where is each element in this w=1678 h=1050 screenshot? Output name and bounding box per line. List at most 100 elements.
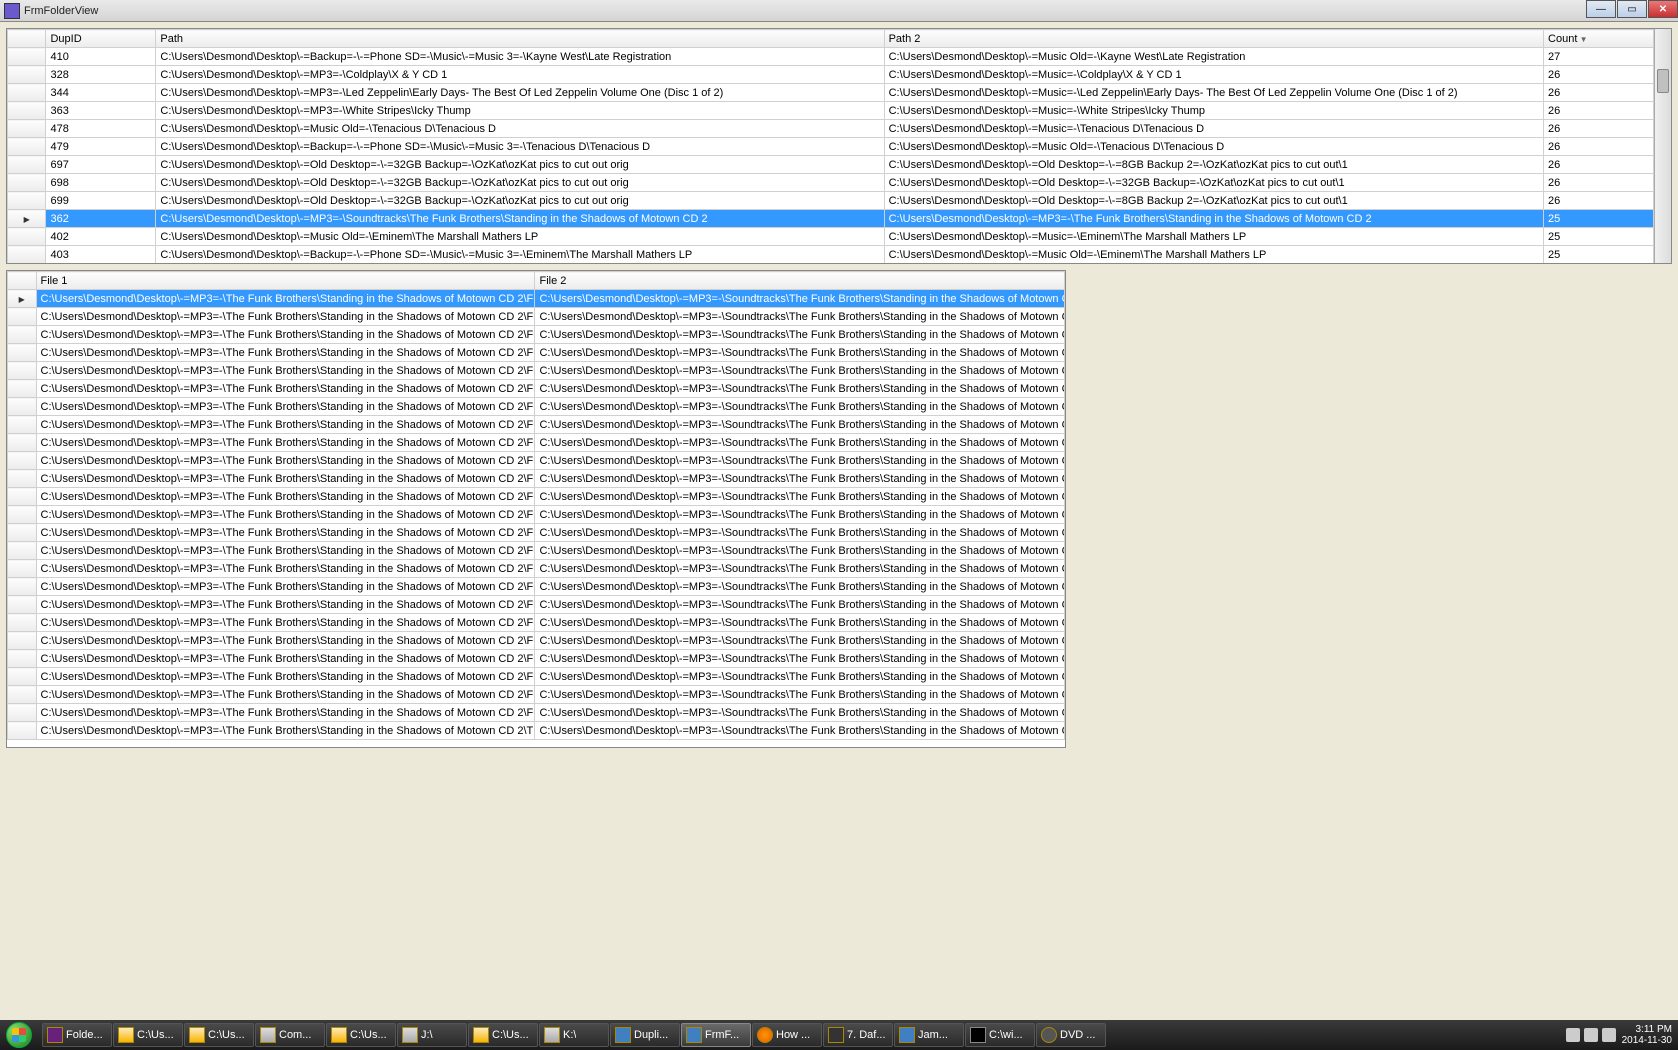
taskbar-item[interactable]: Jam... [894, 1023, 964, 1047]
close-button[interactable]: ✕ [1648, 0, 1678, 18]
row-header[interactable] [8, 560, 37, 578]
tray-flag-icon[interactable] [1566, 1028, 1580, 1042]
table-row[interactable]: 699C:\Users\Desmond\Desktop\-=Old Deskto… [8, 192, 1654, 210]
taskbar-item[interactable]: K:\ [539, 1023, 609, 1047]
row-header[interactable] [8, 614, 37, 632]
table-row[interactable]: C:\Users\Desmond\Desktop\-=MP3=-\The Fun… [8, 596, 1065, 614]
column-path[interactable]: Path [156, 30, 884, 48]
row-header[interactable] [8, 632, 37, 650]
table-row[interactable]: C:\Users\Desmond\Desktop\-=MP3=-\The Fun… [8, 506, 1065, 524]
row-header[interactable] [8, 506, 37, 524]
row-header[interactable] [8, 524, 37, 542]
taskbar-item[interactable]: Folde... [42, 1023, 112, 1047]
system-tray[interactable]: 3:11 PM 2014-11-30 [1560, 1024, 1678, 1046]
table-row[interactable]: 402C:\Users\Desmond\Desktop\-=Music Old=… [8, 228, 1654, 246]
row-header[interactable] [8, 596, 37, 614]
table-row[interactable]: C:\Users\Desmond\Desktop\-=MP3=-\The Fun… [8, 362, 1065, 380]
row-header[interactable] [8, 84, 46, 102]
maximize-button[interactable]: ▭ [1617, 0, 1647, 18]
column-count[interactable]: Count [1544, 30, 1654, 48]
taskbar-item[interactable]: How ... [752, 1023, 822, 1047]
taskbar-item[interactable]: Dupli... [610, 1023, 680, 1047]
taskbar-item[interactable]: C:\Us... [326, 1023, 396, 1047]
row-header-corner[interactable] [8, 272, 37, 290]
row-header[interactable] [8, 246, 46, 264]
table-row[interactable]: 344C:\Users\Desmond\Desktop\-=MP3=-\Led … [8, 84, 1654, 102]
row-header[interactable] [8, 138, 46, 156]
table-row[interactable]: C:\Users\Desmond\Desktop\-=MP3=-\The Fun… [8, 326, 1065, 344]
table-row[interactable]: C:\Users\Desmond\Desktop\-=MP3=-\The Fun… [8, 416, 1065, 434]
taskbar-item[interactable]: J:\ [397, 1023, 467, 1047]
table-row[interactable]: C:\Users\Desmond\Desktop\-=MP3=-\The Fun… [8, 488, 1065, 506]
tray-volume-icon[interactable] [1602, 1028, 1616, 1042]
table-row[interactable]: C:\Users\Desmond\Desktop\-=MP3=-\The Fun… [8, 650, 1065, 668]
start-button[interactable] [0, 1020, 38, 1050]
row-header[interactable] [8, 228, 46, 246]
taskbar-item[interactable]: 7. Daf... [823, 1023, 893, 1047]
table-row[interactable]: C:\Users\Desmond\Desktop\-=MP3=-\The Fun… [8, 308, 1065, 326]
table-row[interactable]: C:\Users\Desmond\Desktop\-=MP3=-\The Fun… [8, 524, 1065, 542]
table-row[interactable]: C:\Users\Desmond\Desktop\-=MP3=-\The Fun… [8, 668, 1065, 686]
row-header[interactable] [8, 210, 46, 228]
folders-grid-scrollbar[interactable] [1654, 29, 1671, 263]
table-row[interactable]: 479C:\Users\Desmond\Desktop\-=Backup=-\-… [8, 138, 1654, 156]
taskbar-item[interactable]: FrmF... [681, 1023, 751, 1047]
row-header[interactable] [8, 452, 37, 470]
taskbar-item[interactable]: DVD ... [1036, 1023, 1106, 1047]
taskbar-item[interactable]: Com... [255, 1023, 325, 1047]
table-row[interactable]: C:\Users\Desmond\Desktop\-=MP3=-\The Fun… [8, 434, 1065, 452]
minimize-button[interactable]: — [1586, 0, 1616, 18]
table-row[interactable]: 363C:\Users\Desmond\Desktop\-=MP3=-\Whit… [8, 102, 1654, 120]
column-file1[interactable]: File 1 [36, 272, 535, 290]
column-dupid[interactable]: DupID [46, 30, 156, 48]
table-row[interactable]: C:\Users\Desmond\Desktop\-=MP3=-\The Fun… [8, 686, 1065, 704]
table-row[interactable]: C:\Users\Desmond\Desktop\-=MP3=-\The Fun… [8, 542, 1065, 560]
table-row[interactable]: 478C:\Users\Desmond\Desktop\-=Music Old=… [8, 120, 1654, 138]
table-row[interactable]: C:\Users\Desmond\Desktop\-=MP3=-\The Fun… [8, 578, 1065, 596]
row-header[interactable] [8, 470, 37, 488]
row-header[interactable] [8, 120, 46, 138]
row-header[interactable] [8, 308, 37, 326]
row-header[interactable] [8, 48, 46, 66]
row-header[interactable] [8, 434, 37, 452]
taskbar-item[interactable]: C:\Us... [468, 1023, 538, 1047]
row-header[interactable] [8, 668, 37, 686]
row-header[interactable] [8, 542, 37, 560]
table-row[interactable]: 410C:\Users\Desmond\Desktop\-=Backup=-\-… [8, 48, 1654, 66]
row-header[interactable] [8, 416, 37, 434]
row-header[interactable] [8, 488, 37, 506]
table-row[interactable]: C:\Users\Desmond\Desktop\-=MP3=-\The Fun… [8, 722, 1065, 740]
table-row[interactable]: C:\Users\Desmond\Desktop\-=MP3=-\The Fun… [8, 380, 1065, 398]
row-header[interactable] [8, 362, 37, 380]
table-row[interactable]: C:\Users\Desmond\Desktop\-=MP3=-\The Fun… [8, 614, 1065, 632]
row-header[interactable] [8, 650, 37, 668]
row-header[interactable] [8, 66, 46, 84]
taskbar-item[interactable]: C:\Us... [184, 1023, 254, 1047]
row-header[interactable] [8, 290, 37, 308]
table-row[interactable]: C:\Users\Desmond\Desktop\-=MP3=-\The Fun… [8, 290, 1065, 308]
column-path2[interactable]: Path 2 [884, 30, 1543, 48]
table-row[interactable]: C:\Users\Desmond\Desktop\-=MP3=-\The Fun… [8, 398, 1065, 416]
tray-network-icon[interactable] [1584, 1028, 1598, 1042]
row-header[interactable] [8, 380, 37, 398]
table-row[interactable]: 328C:\Users\Desmond\Desktop\-=MP3=-\Cold… [8, 66, 1654, 84]
row-header[interactable] [8, 704, 37, 722]
column-file2[interactable]: File 2 [535, 272, 1065, 290]
taskbar-item[interactable]: C:\Us... [113, 1023, 183, 1047]
row-header[interactable] [8, 192, 46, 210]
row-header[interactable] [8, 326, 37, 344]
table-row[interactable]: C:\Users\Desmond\Desktop\-=MP3=-\The Fun… [8, 704, 1065, 722]
taskbar-item[interactable]: C:\wi... [965, 1023, 1035, 1047]
table-row[interactable]: 362C:\Users\Desmond\Desktop\-=MP3=-\Soun… [8, 210, 1654, 228]
table-row[interactable]: C:\Users\Desmond\Desktop\-=MP3=-\The Fun… [8, 452, 1065, 470]
table-row[interactable]: C:\Users\Desmond\Desktop\-=MP3=-\The Fun… [8, 560, 1065, 578]
table-row[interactable]: 403C:\Users\Desmond\Desktop\-=Backup=-\-… [8, 246, 1654, 264]
row-header[interactable] [8, 174, 46, 192]
row-header[interactable] [8, 102, 46, 120]
row-header[interactable] [8, 686, 37, 704]
row-header[interactable] [8, 578, 37, 596]
table-row[interactable]: 697C:\Users\Desmond\Desktop\-=Old Deskto… [8, 156, 1654, 174]
row-header[interactable] [8, 398, 37, 416]
folders-grid[interactable]: DupID Path Path 2 Count 410C:\Users\Desm… [6, 28, 1672, 264]
table-row[interactable]: C:\Users\Desmond\Desktop\-=MP3=-\The Fun… [8, 344, 1065, 362]
